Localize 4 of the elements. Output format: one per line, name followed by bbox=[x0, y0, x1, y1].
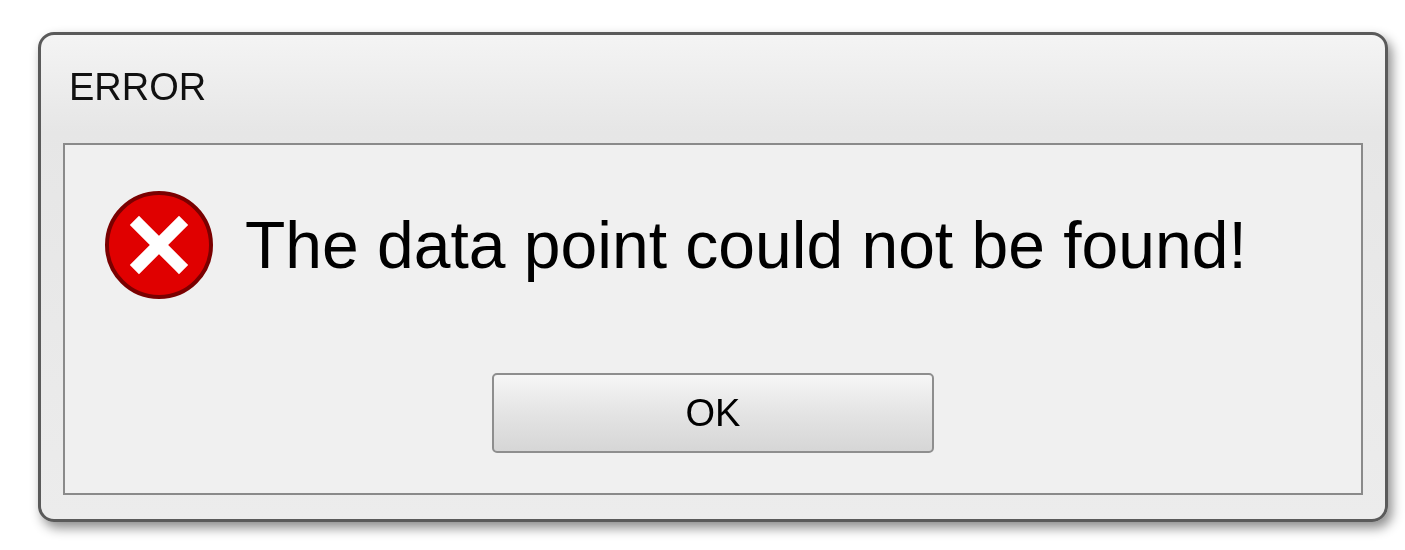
error-icon bbox=[103, 189, 215, 301]
ok-button[interactable]: OK bbox=[492, 373, 934, 453]
window-title: ERROR bbox=[68, 64, 208, 110]
error-message: The data point could not be found! bbox=[245, 207, 1247, 283]
